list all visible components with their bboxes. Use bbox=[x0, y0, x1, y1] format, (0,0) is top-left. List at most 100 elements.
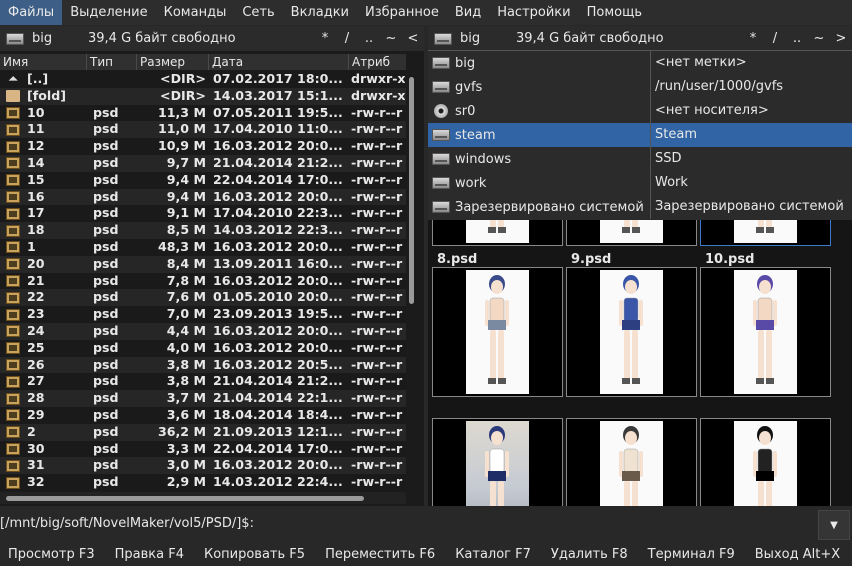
right-history-button[interactable]: > bbox=[830, 31, 852, 46]
thumbnail-tile[interactable] bbox=[566, 404, 697, 506]
file-row[interactable]: 23 psd 7,0 M 23.09.2013 19:5... -rw-r--r bbox=[0, 306, 406, 323]
left-horizontal-scrollbar[interactable] bbox=[0, 492, 406, 504]
menu-commands[interactable]: Команды bbox=[156, 0, 235, 25]
file-name-text: 21 bbox=[27, 272, 45, 288]
terminal-f9-button[interactable]: Терминал F9 bbox=[638, 547, 745, 562]
file-row[interactable]: 12 psd 10,9 M 16.03.2012 20:0... -rw-r--r bbox=[0, 138, 406, 155]
left-vertical-scrollbar[interactable] bbox=[407, 71, 416, 515]
menu-tabs[interactable]: Вкладки bbox=[283, 0, 357, 25]
psd-icon bbox=[6, 274, 20, 287]
left-up-button[interactable]: .. bbox=[358, 31, 380, 46]
file-row[interactable]: 15 psd 9,4 M 22.04.2014 17:0... -rw-r--r bbox=[0, 171, 406, 189]
file-row[interactable]: 24 psd 4,4 M 16.03.2012 20:0... -rw-r--r bbox=[0, 322, 406, 340]
thumbnail-tile[interactable] bbox=[700, 404, 831, 506]
drive-option[interactable]: windows SSD bbox=[428, 147, 852, 171]
file-row[interactable]: 14 psd 9,7 M 21.04.2014 21:2... -rw-r--r bbox=[0, 154, 406, 172]
left-root-button[interactable]: * bbox=[314, 31, 336, 46]
exit-button[interactable]: Выход Alt+X bbox=[745, 547, 850, 562]
move-f6-button[interactable]: Переместить F6 bbox=[315, 547, 445, 562]
drive-option[interactable]: work Work bbox=[428, 171, 852, 195]
file-row[interactable]: 20 psd 8,4 M 13.09.2011 16:0... -rw-r--r bbox=[0, 255, 406, 273]
file-name-text: 27 bbox=[27, 373, 45, 389]
file-row[interactable]: 18 psd 8,5 M 14.03.2012 22:3... -rw-r--r bbox=[0, 222, 406, 239]
file-row[interactable]: 32 psd 2,9 M 14.03.2012 22:4... -rw-r--r bbox=[0, 474, 406, 491]
thumbnail-tile[interactable]: 8.psd bbox=[432, 253, 563, 397]
drive-option[interactable]: Зарезервировано системой Зарезервировано … bbox=[428, 195, 852, 219]
file-row[interactable]: 16 psd 9,4 M 16.03.2012 20:0... -rw-r--r bbox=[0, 188, 406, 206]
right-slash-button[interactable]: / bbox=[764, 31, 786, 46]
file-type: psd bbox=[93, 440, 119, 456]
col-type[interactable]: Тип bbox=[87, 54, 137, 70]
scroll-thumb[interactable] bbox=[6, 496, 364, 501]
left-history-button[interactable]: < bbox=[402, 31, 424, 46]
file-row[interactable]: 30 psd 3,3 M 22.04.2014 17:0... -rw-r--r bbox=[0, 440, 406, 458]
mkdir-f7-button[interactable]: Каталог F7 bbox=[445, 547, 541, 562]
file-row[interactable]: 17 psd 9,1 M 17.04.2010 22:3... -rw-r--r bbox=[0, 205, 406, 223]
menu-settings[interactable]: Настройки bbox=[489, 0, 578, 25]
thumbnail-tile[interactable]: 9.psd bbox=[566, 253, 697, 397]
file-row[interactable]: 27 psd 3,8 M 21.04.2014 21:2... -rw-r--r bbox=[0, 373, 406, 391]
command-input[interactable] bbox=[258, 514, 818, 536]
menu-selection[interactable]: Выделение bbox=[62, 0, 155, 25]
col-date[interactable]: Дата bbox=[209, 54, 349, 70]
file-type: psd bbox=[93, 390, 119, 406]
file-size: 3,0 M bbox=[166, 457, 206, 473]
file-row[interactable]: ⏶ [..] <DIR> 07.02.2017 18:0... drwxr-x bbox=[0, 71, 406, 88]
scroll-thumb[interactable] bbox=[409, 77, 414, 304]
drive-icon bbox=[432, 57, 450, 69]
file-type: psd bbox=[93, 474, 119, 490]
file-type: psd bbox=[93, 373, 119, 389]
file-row[interactable]: 10 psd 11,3 M 07.05.2011 19:5... -rw-r--r bbox=[0, 104, 406, 122]
col-attr[interactable]: Атриб bbox=[349, 54, 406, 70]
delete-f8-button[interactable]: Удалить F8 bbox=[541, 547, 638, 562]
thumbnail-tile[interactable]: 10.psd bbox=[700, 253, 831, 397]
file-row[interactable]: 1 psd 48,3 M 16.03.2012 20:0... -rw-r--r bbox=[0, 238, 406, 256]
file-row[interactable]: 22 psd 7,6 M 01.05.2010 20:0... -rw-r--r bbox=[0, 289, 406, 307]
file-size: 3,3 M bbox=[166, 440, 206, 456]
menu-favorites[interactable]: Избранное bbox=[357, 0, 447, 25]
col-name[interactable]: Имя bbox=[0, 54, 87, 70]
left-drive-name[interactable]: big bbox=[32, 31, 88, 46]
menu-network[interactable]: Сеть bbox=[234, 0, 282, 25]
folder-icon bbox=[6, 90, 20, 103]
right-up-button[interactable]: .. bbox=[786, 31, 808, 46]
file-row[interactable]: 31 psd 3,0 M 16.03.2012 20:0... -rw-r--r bbox=[0, 457, 406, 475]
file-row[interactable]: 29 psd 3,6 M 18.04.2014 18:4... -rw-r--r bbox=[0, 406, 406, 424]
file-row[interactable]: [fold] <DIR> 14.03.2017 15:1... drwxr-x bbox=[0, 87, 406, 105]
right-root-button[interactable]: * bbox=[742, 31, 764, 46]
drive-icon[interactable] bbox=[6, 32, 24, 45]
drive-option[interactable]: big <нет метки> bbox=[428, 51, 852, 75]
command-history-button[interactable]: ▼ bbox=[818, 510, 850, 540]
file-attr: -rw-r--r bbox=[351, 322, 403, 338]
thumbnail-tile[interactable] bbox=[432, 404, 563, 506]
file-name-text: 22 bbox=[27, 289, 45, 305]
menu-help[interactable]: Помощь bbox=[579, 0, 650, 25]
file-row[interactable]: 11 psd 11,0 M 17.04.2010 11:0... -rw-r--r bbox=[0, 121, 406, 139]
file-row[interactable]: 2 psd 36,2 M 21.09.2013 12:1... -rw-r--r bbox=[0, 423, 406, 441]
drive-option[interactable]: sr0 <нет носителя> bbox=[428, 99, 852, 123]
drive-icon bbox=[432, 153, 450, 165]
file-row[interactable]: 25 psd 4,0 M 16.03.2012 20:0... -rw-r--r bbox=[0, 339, 406, 357]
file-row[interactable]: 21 psd 7,8 M 16.03.2012 20:0... -rw-r--r bbox=[0, 272, 406, 290]
left-home-button[interactable]: ~ bbox=[380, 31, 402, 46]
edit-f4-button[interactable]: Правка F4 bbox=[105, 547, 194, 562]
right-drive-name[interactable]: big bbox=[460, 31, 516, 46]
drive-option-label: Steam bbox=[650, 123, 852, 147]
menu-view[interactable]: Вид bbox=[447, 0, 489, 25]
menu-files[interactable]: Файлы bbox=[0, 0, 63, 25]
right-home-button[interactable]: ~ bbox=[808, 31, 830, 46]
thumbnail-label bbox=[432, 404, 563, 418]
copy-f5-button[interactable]: Копировать F5 bbox=[194, 547, 315, 562]
file-name-text: 15 bbox=[27, 171, 45, 187]
file-name: 25 bbox=[0, 340, 87, 357]
col-size[interactable]: Размер bbox=[137, 54, 209, 70]
file-type: psd bbox=[93, 205, 119, 221]
file-row[interactable]: 28 psd 3,7 M 21.04.2014 22:1... -rw-r--r bbox=[0, 390, 406, 407]
drive-option[interactable]: steam Steam bbox=[428, 123, 852, 147]
view-f3-button[interactable]: Просмотр F3 bbox=[0, 547, 105, 562]
drive-icon[interactable] bbox=[434, 32, 452, 45]
file-row[interactable]: 26 psd 3,8 M 16.03.2012 20:5... -rw-r--r bbox=[0, 356, 406, 374]
left-slash-button[interactable]: / bbox=[336, 31, 358, 46]
drive-option[interactable]: gvfs/run/user/1000/gvfs bbox=[428, 75, 852, 99]
file-name: 10 bbox=[0, 105, 87, 122]
